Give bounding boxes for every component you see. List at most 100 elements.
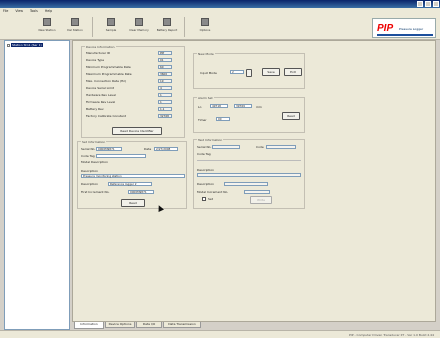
battery-report-button[interactable]: Battery Report bbox=[154, 17, 180, 37]
test-description-field-2 bbox=[224, 182, 268, 186]
delete-station-button[interactable]: Del Station bbox=[62, 17, 88, 37]
device-row-label: Firmware Rev Level bbox=[86, 100, 116, 104]
test-info-group: Test Information Serial No. Code Code Ta… bbox=[193, 138, 305, 209]
toolbar-separator bbox=[92, 17, 93, 37]
date-label: Date bbox=[144, 147, 152, 151]
exit-mode-button[interactable]: Exit bbox=[284, 68, 302, 76]
device-row-label: Maximum Programmable Rate bbox=[86, 72, 132, 76]
close-button[interactable] bbox=[433, 1, 439, 7]
device-row-label: Manufacturer ID bbox=[86, 51, 111, 55]
set-checkbox-label: Set bbox=[208, 197, 213, 201]
test-code-tag-label: Code Tag bbox=[197, 152, 211, 156]
timer-field[interactable]: 00 bbox=[216, 117, 230, 121]
device-row-label: Max. Connection Rate (Hz) bbox=[86, 79, 127, 83]
test-serial-label: Serial No. bbox=[197, 145, 212, 149]
sample-icon bbox=[107, 18, 115, 26]
description-field-2[interactable]: Reference logger 2 bbox=[108, 182, 152, 186]
clear-memory-icon bbox=[135, 18, 143, 26]
logo-bar bbox=[377, 34, 433, 36]
clear-memory-button[interactable]: Clear Memory bbox=[126, 17, 152, 37]
code-tag-field[interactable] bbox=[96, 154, 146, 158]
device-row-value: 19 bbox=[158, 79, 172, 83]
new-mode-group: New Mode Input Mode 2 Save Exit bbox=[193, 52, 305, 89]
test-code-field bbox=[266, 145, 296, 149]
device-row-value: 1.1 bbox=[158, 107, 172, 111]
device-row-value: 32768 bbox=[158, 114, 172, 118]
clear-memory-label: Clear Memory bbox=[129, 28, 149, 32]
tab-information[interactable]: Information bbox=[74, 322, 104, 329]
write-button[interactable]: Write bbox=[250, 196, 272, 204]
set-info-group: Set Information Serial No. 0000M9871 Dat… bbox=[77, 140, 187, 209]
status-bar: PIP - Computer Driven Transducer IIT - V… bbox=[0, 330, 440, 338]
expand-icon[interactable] bbox=[7, 43, 10, 47]
station-tree[interactable]: Station Stn1 (Ser 1) bbox=[4, 40, 70, 330]
device-row-label: Device Type bbox=[86, 58, 105, 62]
alarm-unit: mm bbox=[256, 105, 262, 109]
description-field[interactable]: Pressure monitoring station bbox=[81, 174, 185, 178]
device-row-label: Factory Calibrate Constant bbox=[86, 114, 126, 118]
set-info-caption: Set Information bbox=[81, 140, 107, 144]
test-description-field bbox=[197, 173, 301, 177]
serial-field[interactable]: 0000M9871 bbox=[96, 147, 122, 151]
device-row-label: Device Serial Limit bbox=[86, 86, 115, 90]
alarm-low-field[interactable]: 49718 bbox=[210, 104, 228, 108]
tab-data-io[interactable]: Data I/O bbox=[136, 322, 162, 328]
test-code-label: Code bbox=[256, 145, 264, 149]
new-mode-caption: New Mode bbox=[197, 52, 215, 56]
description-label-2: Description bbox=[81, 182, 99, 186]
device-row-value: PIP bbox=[158, 51, 172, 55]
set-checkbox[interactable] bbox=[202, 197, 206, 201]
options-icon bbox=[201, 18, 209, 26]
alarm-set-caption: Alarm Set bbox=[197, 96, 214, 100]
sample-label: Sample bbox=[105, 28, 117, 32]
menu-file[interactable]: File bbox=[3, 9, 8, 13]
first-increment-label: First Increment No. bbox=[81, 190, 110, 194]
alarm-high-field[interactable]: 39769 bbox=[234, 104, 252, 108]
read-device-identifier-button[interactable]: Read Device Identifier bbox=[112, 127, 162, 135]
delete-station-label: Del Station bbox=[67, 28, 83, 32]
menu-help[interactable]: Help bbox=[45, 9, 52, 13]
input-mode-label: Input Mode bbox=[200, 71, 217, 75]
options-label: Options bbox=[199, 28, 211, 32]
read-alarm-button[interactable]: Read bbox=[282, 112, 300, 120]
code-tag-label: Code Tag bbox=[81, 154, 95, 158]
model-label: Model Description bbox=[81, 160, 109, 164]
description-label: Description bbox=[81, 169, 99, 173]
status-text: PIP - Computer Driven Transducer IIT - V… bbox=[349, 333, 434, 337]
test-description-label-2: Description bbox=[197, 182, 215, 186]
minimize-button[interactable] bbox=[417, 1, 423, 7]
logo-text: PIP bbox=[377, 23, 394, 34]
test-description-label: Description bbox=[197, 168, 215, 172]
maximize-button[interactable] bbox=[425, 1, 431, 7]
tab-data-transmission[interactable]: Data Transmission bbox=[163, 322, 201, 328]
device-info-group: Device Information Manufacturer ID PIP D… bbox=[81, 45, 185, 138]
device-row-label: Minimum Programmable Rate bbox=[86, 65, 131, 69]
device-row-label: Battery Rev bbox=[86, 107, 104, 111]
options-button[interactable]: Options bbox=[192, 17, 218, 37]
date-field[interactable]: 2/27/2008 bbox=[154, 147, 178, 151]
tree-node-station[interactable]: Station Stn1 (Ser 1) bbox=[7, 43, 67, 48]
alarm-set-group: Alarm Set Lo 49718 39769 mm Timer 00 Rea… bbox=[193, 96, 305, 133]
new-station-button[interactable]: New Station bbox=[34, 17, 60, 37]
sample-button[interactable]: Sample bbox=[98, 17, 124, 37]
main-panel: Device Information Manufacturer ID PIP D… bbox=[72, 40, 436, 322]
model-increment-field bbox=[244, 190, 270, 194]
first-increment-field[interactable]: 0000M9871 bbox=[128, 190, 154, 194]
input-mode-field[interactable]: 2 bbox=[230, 70, 244, 74]
delete-station-icon bbox=[71, 18, 79, 26]
test-info-caption: Test Information bbox=[197, 138, 224, 142]
device-row-value: 1 bbox=[158, 93, 172, 97]
save-mode-button[interactable]: Save bbox=[262, 68, 280, 76]
battery-report-label: Battery Report bbox=[156, 28, 178, 32]
divider bbox=[197, 160, 301, 161]
read-set-button[interactable]: Read bbox=[121, 199, 145, 207]
device-row-value: 3600 bbox=[158, 72, 172, 76]
serial-label: Serial No. bbox=[81, 147, 96, 151]
device-info-caption: Device Information bbox=[85, 45, 116, 49]
brand-logo: PIP Pressure Logger bbox=[372, 18, 436, 38]
menu-view[interactable]: View bbox=[15, 9, 23, 13]
battery-report-icon bbox=[163, 18, 171, 26]
input-mode-spinner[interactable] bbox=[246, 69, 252, 77]
tab-device-options[interactable]: Device Options bbox=[105, 322, 135, 328]
menu-tools[interactable]: Tools bbox=[30, 9, 38, 13]
